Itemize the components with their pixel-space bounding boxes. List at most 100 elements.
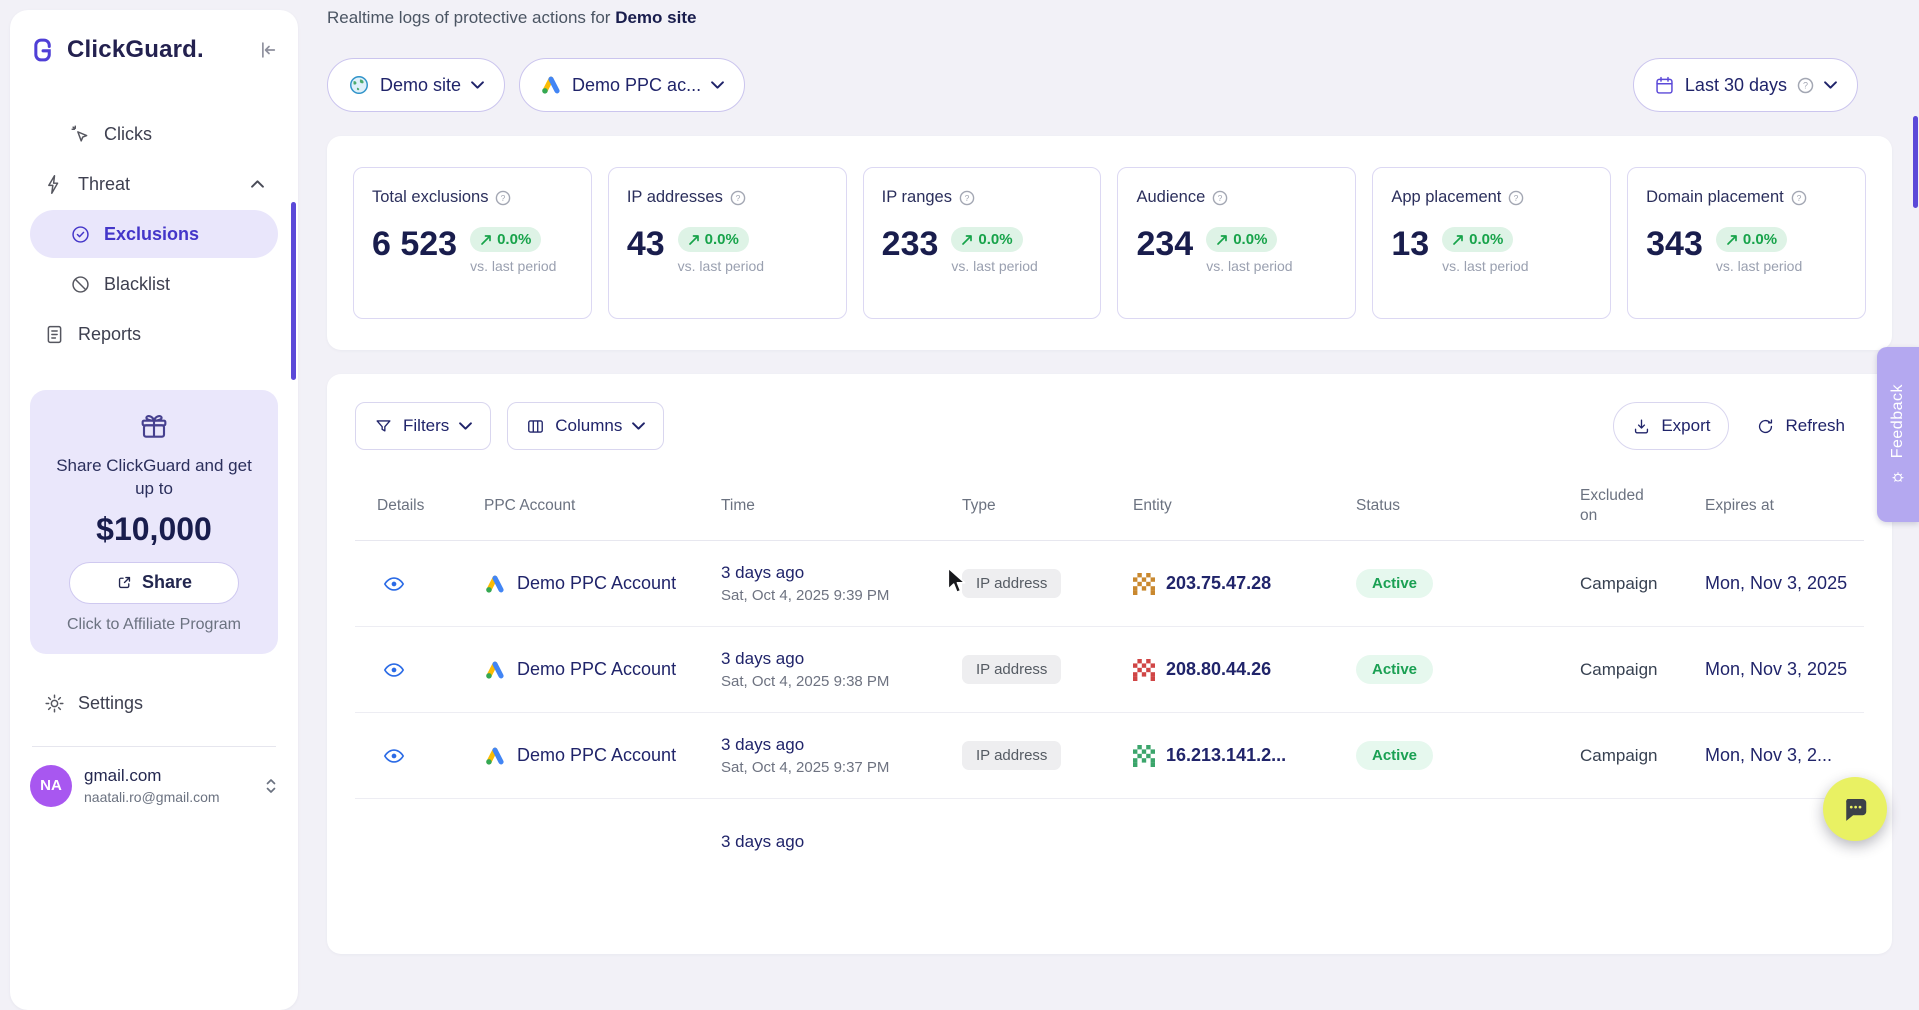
row-time-absolute: Sat, Oct 4, 2025 9:37 PM — [721, 759, 962, 776]
calendar-icon — [1654, 75, 1675, 96]
stat-delta: 0.0% — [1469, 231, 1503, 248]
chevron-down-icon — [711, 81, 724, 89]
sidebar-item-threat[interactable]: Threat — [30, 160, 278, 208]
stat-value: 43 — [627, 225, 665, 264]
subtitle-text: Realtime logs of protective actions for — [327, 8, 610, 27]
nav-label-settings: Settings — [78, 693, 143, 714]
trend-up-icon — [688, 234, 700, 246]
google-ads-icon — [484, 659, 506, 681]
brand-name: ClickGuard. — [67, 36, 204, 64]
columns-button-label: Columns — [555, 416, 622, 436]
sidebar-item-settings[interactable]: Settings — [30, 680, 278, 728]
refresh-button-label: Refresh — [1785, 416, 1845, 436]
page-scrollbar[interactable] — [1913, 116, 1918, 208]
filters-button[interactable]: Filters — [355, 402, 491, 450]
date-range-selector[interactable]: Last 30 days — [1633, 58, 1858, 112]
avatar: NA — [30, 765, 72, 807]
type-badge: IP address — [962, 741, 1061, 770]
clickguard-logo-icon — [30, 36, 58, 64]
reports-document-icon — [44, 324, 65, 345]
sidebar-item-exclusions[interactable]: Exclusions — [30, 210, 278, 258]
google-ads-icon — [484, 573, 506, 595]
clicks-cursor-icon — [70, 124, 91, 145]
stat-caption: vs. last period — [678, 258, 764, 274]
feedback-tab[interactable]: Feedback — [1877, 347, 1919, 522]
stat-card-app-placement: App placement 13 0.0% vs. last period — [1372, 167, 1611, 319]
affiliate-promo-card: Share ClickGuard and get up to $10,000 S… — [30, 390, 278, 654]
stat-delta: 0.0% — [705, 231, 739, 248]
view-details-eye-icon[interactable] — [377, 659, 484, 681]
row-expires-at: Mon, Nov 3, 2025 — [1705, 659, 1864, 680]
stat-card-total-exclusions: Total exclusions 6 523 0.0% vs. last per… — [353, 167, 592, 319]
trend-up-icon — [1216, 234, 1228, 246]
col-type: Type — [962, 497, 1133, 515]
stat-label: IP addresses — [627, 188, 723, 207]
user-email: naatali.ro@gmail.com — [84, 789, 220, 805]
help-icon[interactable] — [495, 190, 511, 206]
entity-identicon — [1133, 745, 1155, 767]
columns-button[interactable]: Columns — [507, 402, 664, 450]
help-icon[interactable] — [1508, 190, 1524, 206]
exclusions-badge-check-icon — [70, 224, 91, 245]
table-row: Demo PPC Account 3 days agoSat, Oct 4, 2… — [355, 713, 1864, 799]
row-time-absolute: Sat, Oct 4, 2025 9:38 PM — [721, 673, 962, 690]
sidebar-item-blacklist[interactable]: Blacklist — [30, 260, 278, 308]
share-button[interactable]: Share — [69, 562, 239, 604]
user-menu[interactable]: NA gmail.com naatali.ro@gmail.com — [30, 765, 278, 807]
row-account: Demo PPC Account — [517, 659, 676, 680]
help-icon[interactable] — [1791, 190, 1807, 206]
threat-lightning-icon — [44, 174, 65, 195]
stat-value: 6 523 — [372, 225, 457, 264]
type-badge: IP address — [962, 655, 1061, 684]
row-excluded-on: Campaign — [1580, 660, 1705, 680]
filters-bar: Demo site Demo PPC ac... Last 30 days — [327, 58, 1892, 112]
chevron-down-icon — [471, 81, 484, 89]
table-header-row: Details PPC Account Time Type Entity Sta… — [355, 486, 1864, 541]
export-button[interactable]: Export — [1613, 402, 1729, 450]
nav-label-exclusions: Exclusions — [104, 224, 199, 245]
feedback-tab-label: Feedback — [1889, 384, 1907, 458]
row-account: Demo PPC Account — [517, 745, 676, 766]
stat-caption: vs. last period — [470, 258, 556, 274]
table-toolbar: Filters Columns Export Refresh — [355, 402, 1864, 450]
ppc-account-selector-value: Demo PPC ac... — [572, 75, 701, 96]
stat-caption: vs. last period — [1442, 258, 1528, 274]
affiliate-program-link[interactable]: Click to Affiliate Program — [46, 616, 262, 634]
ppc-account-selector[interactable]: Demo PPC ac... — [519, 58, 745, 112]
trend-up-icon — [1726, 234, 1738, 246]
chevron-down-icon — [459, 422, 472, 430]
sidebar-item-clicks[interactable]: Clicks — [30, 110, 278, 158]
help-icon[interactable] — [959, 190, 975, 206]
view-details-eye-icon[interactable] — [377, 745, 484, 767]
stat-value: 233 — [882, 225, 939, 264]
view-details-eye-icon[interactable] — [377, 573, 484, 595]
page-subtitle: Realtime logs of protective actions for … — [327, 8, 1892, 28]
refresh-button[interactable]: Refresh — [1737, 402, 1864, 450]
stat-delta: 0.0% — [1233, 231, 1267, 248]
table-row: Demo PPC Account 3 days agoSat, Oct 4, 2… — [355, 627, 1864, 713]
chat-launcher-button[interactable] — [1823, 777, 1887, 841]
sidebar-scrollbar[interactable] — [291, 202, 296, 380]
gift-icon — [138, 410, 170, 442]
help-icon[interactable] — [1212, 190, 1228, 206]
sidebar-collapse-icon[interactable] — [256, 39, 278, 61]
row-excluded-on: Campaign — [1580, 746, 1705, 766]
main-content: Realtime logs of protective actions for … — [327, 0, 1892, 954]
help-icon[interactable] — [730, 190, 746, 206]
stat-label: App placement — [1391, 188, 1501, 207]
stat-delta: 0.0% — [497, 231, 531, 248]
funnel-icon — [374, 417, 393, 436]
site-selector[interactable]: Demo site — [327, 58, 505, 112]
stat-card-audience: Audience 234 0.0% vs. last period — [1117, 167, 1356, 319]
external-link-icon — [116, 574, 133, 591]
filters-button-label: Filters — [403, 416, 449, 436]
stat-label: Total exclusions — [372, 188, 488, 207]
row-time-relative: 3 days ago — [721, 832, 962, 852]
stat-card-ip-ranges: IP ranges 233 0.0% vs. last period — [863, 167, 1102, 319]
col-details: Details — [377, 497, 484, 515]
stat-label: Audience — [1136, 188, 1205, 207]
brand: ClickGuard. — [30, 36, 204, 64]
gear-icon — [44, 693, 65, 714]
sidebar-item-reports[interactable]: Reports — [30, 310, 278, 358]
export-button-label: Export — [1661, 416, 1710, 436]
